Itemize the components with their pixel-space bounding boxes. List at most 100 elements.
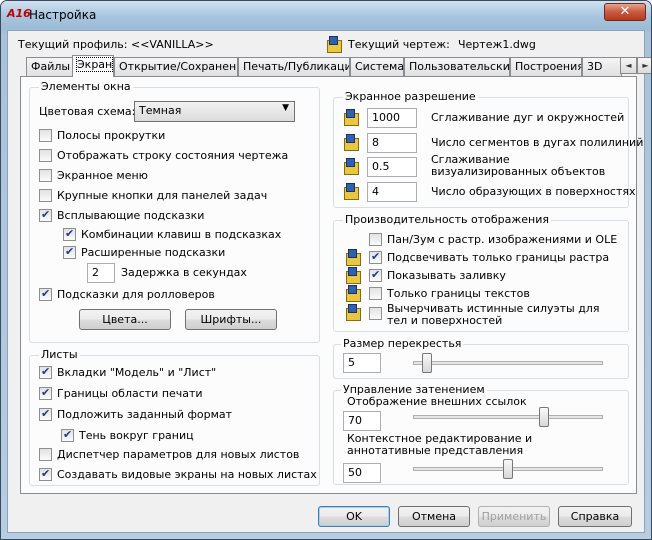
large-buttons-checkbox[interactable]	[39, 189, 52, 202]
model-layout-tabs-label: Вкладки "Модель" и "Лист"	[57, 366, 217, 379]
tab-scroll-right-icon[interactable]: ►	[637, 57, 651, 74]
panzoom-raster-label: Пан/Зум с растр. изображениями и OLE	[387, 233, 618, 246]
paper-shadow-label: Тень вокруг границ	[79, 429, 194, 442]
rollover-label: Подсказки для ролловеров	[57, 288, 215, 301]
cancel-button[interactable]: Отмена	[398, 506, 470, 527]
dialog-client: Текущий профиль: <<VANILLA>> Текущий чер…	[7, 30, 651, 533]
inplace-edit-fading-input[interactable]: 50	[343, 463, 381, 483]
paper-background-checkbox[interactable]	[39, 407, 52, 421]
drawing-icon	[326, 36, 342, 53]
tab-user-preferences[interactable]: Пользовательские	[404, 57, 510, 76]
crosshair-size-input[interactable]: 5	[343, 353, 381, 373]
drawing-saved-icon	[345, 304, 361, 321]
highlight-raster-frame-label: Подсвечивать только границы растра	[387, 251, 610, 264]
layouts-title: Листы	[39, 348, 80, 361]
statusbar-checkbox[interactable]	[39, 149, 52, 162]
create-viewports-label: Создавать видовые экраны на новых листах	[57, 468, 317, 481]
xref-fading-input[interactable]: 70	[343, 411, 381, 431]
apply-fill-checkbox[interactable]	[369, 268, 382, 282]
current-drawing-value: Чертеж1.dwg	[458, 38, 536, 51]
tab-plot-publish[interactable]: Печать/Публикация	[238, 57, 350, 76]
shortcut-tooltips-label: Комбинации клавиш в подсказках	[81, 228, 282, 241]
current-drawing-label: Текущий чертеж:	[348, 38, 450, 51]
extended-tooltips-label: Расширенные подсказки	[81, 246, 226, 259]
tab-drafting[interactable]: Построения	[510, 57, 582, 76]
window-title: Настройка	[29, 8, 97, 22]
page-setup-manager-label: Диспетчер параметров для новых листов	[57, 448, 300, 461]
print-area-label: Границы области печати	[57, 387, 203, 400]
tooltips-checkbox[interactable]	[39, 208, 52, 222]
apply-fill-label: Показывать заливку	[387, 269, 506, 282]
paper-background-label: Подложить заданный формат	[57, 408, 233, 421]
color-scheme-label: Цветовая схема:	[39, 105, 136, 118]
polyline-segments-input[interactable]: 8	[367, 133, 417, 153]
tab-system[interactable]: Система	[350, 57, 404, 76]
current-profile-value: <<VANILLA>>	[131, 38, 214, 51]
rollover-checkbox[interactable]	[39, 287, 52, 301]
options-dialog: A16 Настройка ✕ Текущий профиль: <<VANIL…	[0, 0, 652, 540]
tab-strip: Файлы Экран Открытие/Сохранение Печать/П…	[26, 55, 651, 77]
true-silhouettes-checkbox[interactable]	[369, 307, 382, 320]
chevron-down-icon: ▼	[282, 103, 289, 113]
large-buttons-label: Крупные кнопки для панелей задач	[57, 189, 268, 202]
drawing-saved-icon	[343, 134, 359, 151]
crosshair-size-slider[interactable]	[422, 353, 432, 373]
tab-scroller: ◄ ►	[620, 57, 651, 74]
autocad-logo-icon: A16	[7, 7, 31, 20]
xref-fading-slider[interactable]	[539, 407, 549, 427]
drawing-saved-icon	[345, 285, 361, 302]
tooltip-delay-label: Задержка в секундах	[121, 266, 247, 279]
statusbar-label: Отображать строку состояния чертежа	[57, 149, 289, 162]
contour-lines-input[interactable]: 4	[367, 182, 417, 202]
drawing-saved-icon	[345, 267, 361, 284]
shortcut-tooltips-checkbox[interactable]	[63, 227, 76, 241]
apply-button[interactable]: Применить	[478, 506, 550, 527]
colors-button[interactable]: Цвета...	[79, 309, 171, 330]
drawing-saved-icon	[345, 249, 361, 266]
text-boundary-checkbox[interactable]	[369, 287, 382, 300]
polyline-segments-label: Число сегментов в дугах полилиний	[431, 136, 644, 149]
tab-display[interactable]: Экран	[72, 55, 114, 77]
close-button[interactable]: ✕	[604, 3, 646, 21]
xref-fading-label: Отображение внешних ссылок	[347, 395, 527, 408]
highlight-raster-frame-checkbox[interactable]	[369, 250, 382, 264]
title-bar: A16 Настройка ✕	[1, 1, 651, 29]
window-elements-title: Элементы окна	[39, 80, 133, 93]
scrollbars-label: Полосы прокрутки	[57, 129, 166, 142]
display-performance-title: Производительность отображения	[343, 213, 552, 226]
screen-menu-label: Экранное меню	[57, 169, 148, 182]
arc-smoothness-input[interactable]: 1000	[367, 108, 417, 128]
rendered-smoothness-input[interactable]: 0.5	[367, 157, 417, 177]
color-scheme-value: Темная	[139, 104, 182, 117]
model-layout-tabs-checkbox[interactable]	[39, 365, 52, 379]
scrollbars-checkbox[interactable]	[39, 129, 52, 142]
tab-files[interactable]: Файлы	[26, 57, 73, 76]
screen-menu-checkbox[interactable]	[39, 169, 52, 182]
tab-scroll-left-icon[interactable]: ◄	[620, 57, 637, 74]
create-viewports-checkbox[interactable]	[39, 467, 52, 481]
extended-tooltips-checkbox[interactable]	[63, 245, 76, 259]
tooltip-delay-input[interactable]: 2	[87, 263, 115, 283]
tab-open-save[interactable]: Открытие/Сохранение	[114, 57, 238, 76]
true-silhouettes-label: Вычерчивать истинные силуэты для тел и п…	[387, 302, 600, 327]
panzoom-raster-checkbox[interactable]	[369, 233, 382, 246]
paper-shadow-checkbox[interactable]	[61, 428, 74, 442]
drawing-saved-icon	[343, 183, 359, 200]
display-resolution-title: Экранное разрешение	[343, 90, 478, 103]
help-button[interactable]: Справка	[558, 506, 632, 527]
color-scheme-dropdown[interactable]: Темная ▼	[134, 101, 295, 122]
crosshair-size-slider-track	[413, 361, 603, 365]
fonts-button[interactable]: Шрифты...	[185, 309, 277, 330]
current-profile-label: Текущий профиль:	[18, 38, 128, 51]
inplace-edit-fading-label: Контекстное редактирование и аннотативны…	[347, 432, 533, 457]
tab-3d[interactable]: 3D	[582, 57, 622, 76]
print-area-checkbox[interactable]	[39, 386, 52, 400]
drawing-saved-icon	[343, 158, 359, 175]
ok-button[interactable]: OK	[318, 506, 390, 527]
inplace-edit-fading-slider[interactable]	[503, 459, 513, 479]
page-setup-manager-checkbox[interactable]	[39, 448, 52, 461]
tooltips-label: Всплывающие подсказки	[57, 209, 205, 222]
crosshair-size-title: Размер перекрестья	[341, 337, 464, 350]
drawing-saved-icon	[343, 109, 359, 126]
rendered-smoothness-label: Сглаживание визуализированных объектов	[431, 153, 606, 178]
